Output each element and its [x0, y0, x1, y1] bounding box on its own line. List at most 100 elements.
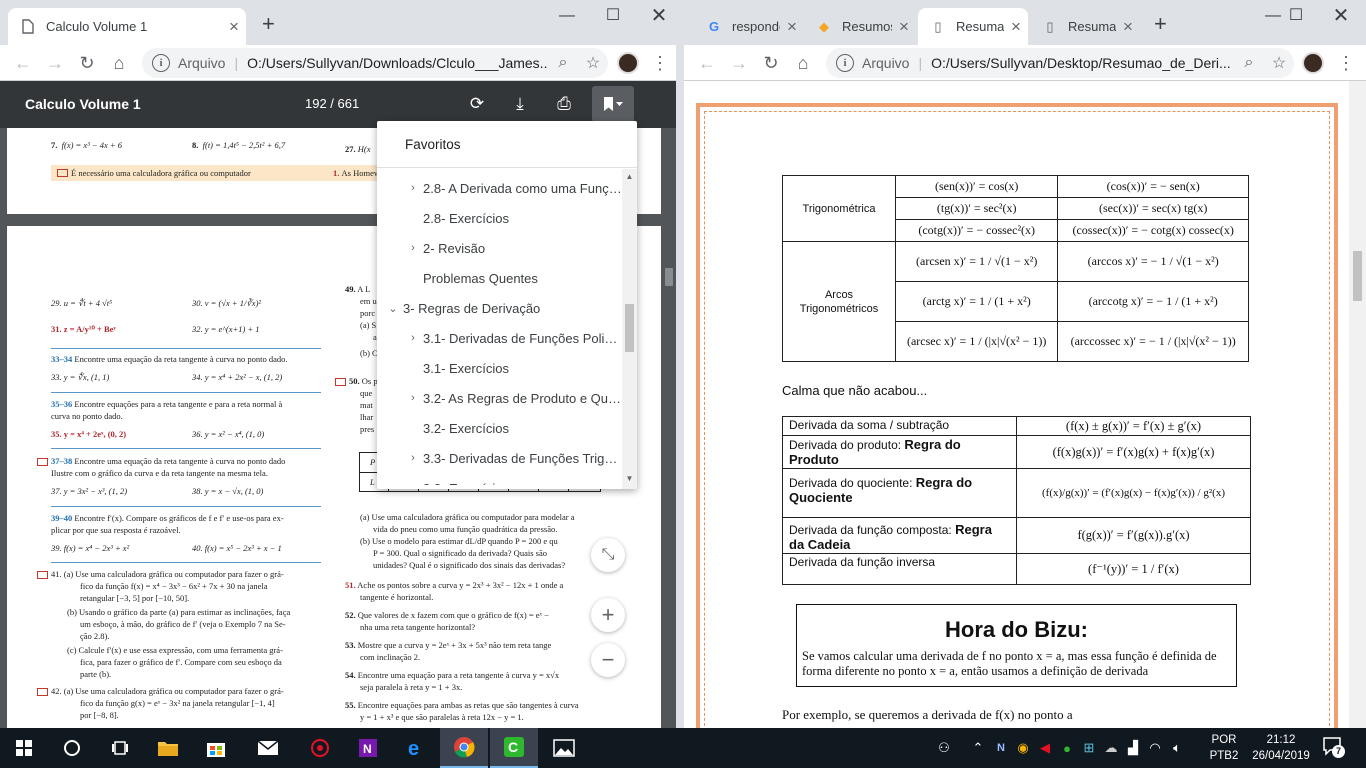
language-indicator[interactable]: POR PTB2 — [1208, 732, 1240, 764]
wifi-icon[interactable]: ◠ — [1144, 740, 1166, 756]
bookmark-item[interactable]: Problemas Quentes — [377, 263, 622, 293]
chevron-icon[interactable]: › — [403, 392, 423, 404]
fit-page-button[interactable]: ⤡ — [591, 538, 625, 572]
home-button[interactable]: ⌂ — [790, 50, 816, 76]
avatar[interactable] — [1302, 52, 1324, 74]
pdf-scrollbar-thumb[interactable] — [665, 268, 673, 286]
menu-icon[interactable]: ⋮ — [1336, 50, 1356, 76]
bookmark-item[interactable]: 3.2- Exercícios — [377, 413, 622, 443]
zoom-in-button[interactable]: + — [591, 598, 625, 632]
tab-resumao-2[interactable]: ▯ Resumao × — [1030, 8, 1140, 45]
camtasia-button[interactable]: C — [490, 728, 538, 768]
chevron-icon[interactable]: ⌄ — [383, 302, 403, 315]
edge-button[interactable]: e — [392, 728, 440, 768]
notifications-button[interactable]: 7 — [1322, 736, 1346, 760]
tab-resumos[interactable]: ◆ Resumos × — [804, 8, 916, 45]
close-tab-icon[interactable]: × — [222, 17, 246, 37]
back-button[interactable]: ← — [694, 50, 720, 76]
bookmark-item[interactable]: › 2.8- A Derivada como uma Função — [377, 173, 622, 203]
rotate-icon[interactable]: ⟳ — [466, 93, 488, 115]
tab-responde[interactable]: G responde × — [694, 8, 804, 45]
bookmark-item[interactable]: ›3.1- Derivadas de Funções Polinomiais e… — [377, 323, 622, 353]
maximize-button[interactable]: ☐ — [590, 4, 636, 28]
volume-icon[interactable]: 🔈︎ — [1166, 740, 1188, 756]
new-tab-button[interactable]: + — [1154, 12, 1167, 36]
home-button[interactable]: ⌂ — [106, 50, 132, 76]
network-icon[interactable]: ▟ — [1122, 740, 1144, 756]
bookmarks-scrollbar-thumb[interactable] — [625, 304, 634, 352]
bookmark-item[interactable]: ›3.3- Derivadas de Funções Trigonométric… — [377, 443, 622, 473]
star-icon[interactable]: ☆ — [578, 53, 608, 73]
reload-button[interactable]: ↻ — [74, 50, 100, 76]
store-button[interactable] — [192, 728, 240, 768]
file-explorer-button[interactable] — [144, 728, 192, 768]
bookmark-item[interactable]: ⌄ 3- Regras de Derivação — [377, 293, 622, 323]
onenote-button[interactable]: N — [344, 728, 392, 768]
right-toolbar: ← → ↻ ⌂ i Arquivo | O:/Users/Sullyvan/De… — [684, 45, 1366, 81]
utorrent-icon[interactable]: ● — [1056, 741, 1078, 756]
bookmarks-button[interactable] — [592, 86, 634, 122]
scroll-up-arrow[interactable]: ▲ — [622, 172, 637, 181]
chevron-icon[interactable]: › — [403, 452, 423, 464]
info-icon[interactable]: i — [152, 54, 170, 72]
bookmark-item[interactable]: 3.1- Exercícios — [377, 353, 622, 383]
mute-icon[interactable]: ◀ — [1034, 740, 1056, 756]
forward-button[interactable]: → — [726, 50, 752, 76]
app-red-button[interactable] — [296, 728, 344, 768]
bookmark-item[interactable]: 3.3- Exercícios — [377, 473, 622, 486]
bookmarks-header: Favoritos — [377, 121, 637, 168]
chevron-icon[interactable]: › — [403, 182, 423, 194]
download-icon[interactable]: ⤓ — [509, 93, 531, 115]
reload-button[interactable]: ↻ — [758, 50, 784, 76]
page-indicator[interactable]: 192 / 661 — [305, 96, 359, 111]
bookmark-item[interactable]: 2.8- Exercícios — [377, 203, 622, 233]
close-tab-icon[interactable]: × — [892, 17, 916, 37]
zoom-out-button[interactable]: − — [591, 643, 625, 677]
cortana-button[interactable] — [48, 728, 96, 768]
right-scrollbar[interactable] — [1349, 81, 1366, 728]
zoom-icon[interactable]: ⌕ — [548, 54, 578, 72]
clock[interactable]: 21:12 26/04/2019 — [1246, 732, 1316, 764]
print-icon[interactable]: ⎙ — [553, 93, 575, 115]
chrome-tray-icon[interactable]: ◉ — [1012, 740, 1034, 756]
tab-resumao-active[interactable]: ▯ Resumao × — [918, 8, 1028, 45]
zoom-icon[interactable]: ⌕ — [1234, 54, 1264, 72]
onenote-tray-icon[interactable]: N — [990, 742, 1012, 754]
right-scrollbar-thumb[interactable] — [1353, 251, 1362, 301]
people-icon[interactable]: ⚇ — [932, 740, 956, 756]
start-button[interactable] — [0, 728, 48, 768]
pdf-document[interactable]: Trigonométrica (sen(x))′ = cos(x) (cos(x… — [684, 81, 1366, 728]
star-icon[interactable]: ☆ — [1264, 53, 1294, 73]
mail-button[interactable] — [244, 728, 292, 768]
tab-calculo[interactable]: Calculo Volume 1 × — [8, 8, 246, 45]
back-button[interactable]: ← — [10, 50, 36, 76]
address-bar[interactable]: i Arquivo | O:/Users/Sullyvan/Downloads/… — [142, 48, 608, 78]
close-tab-icon[interactable]: × — [1004, 17, 1028, 37]
pdf-scrollbar[interactable] — [661, 128, 676, 728]
avatar[interactable] — [617, 52, 639, 74]
address-bar[interactable]: i Arquivo | O:/Users/Sullyvan/Desktop/Re… — [826, 48, 1294, 78]
photos-button[interactable] — [540, 728, 588, 768]
task-view-button[interactable] — [96, 728, 144, 768]
chrome-button[interactable] — [440, 728, 488, 768]
menu-icon[interactable]: ⋮ — [650, 50, 670, 76]
chevron-icon[interactable]: › — [403, 332, 423, 344]
bookmarks-scrollbar[interactable]: ▲ ▼ — [622, 169, 637, 489]
minimize-button[interactable]: — — [544, 4, 590, 28]
close-window-button[interactable]: ✕ — [636, 4, 676, 28]
close-window-button[interactable]: ✕ — [1318, 4, 1364, 28]
new-tab-button[interactable]: + — [262, 12, 275, 36]
scroll-down-arrow[interactable]: ▼ — [622, 474, 637, 483]
grid-tray-icon[interactable]: ⊞ — [1078, 740, 1100, 756]
bookmark-item[interactable]: ›3.2- As Regras de Produto e Quociente — [377, 383, 622, 413]
forward-button[interactable]: → — [42, 50, 68, 76]
info-icon[interactable]: i — [836, 54, 854, 72]
green-app-icon: C — [504, 737, 524, 757]
close-tab-icon[interactable]: × — [780, 17, 804, 37]
maximize-button[interactable]: ☐ — [1273, 4, 1319, 28]
cloud-icon[interactable]: ☁ — [1100, 740, 1122, 756]
chevron-icon[interactable]: › — [403, 242, 423, 254]
close-tab-icon[interactable]: × — [1116, 17, 1140, 37]
show-hidden-icon[interactable]: ⌃ — [966, 740, 990, 756]
bookmark-item[interactable]: › 2- Revisão — [377, 233, 622, 263]
